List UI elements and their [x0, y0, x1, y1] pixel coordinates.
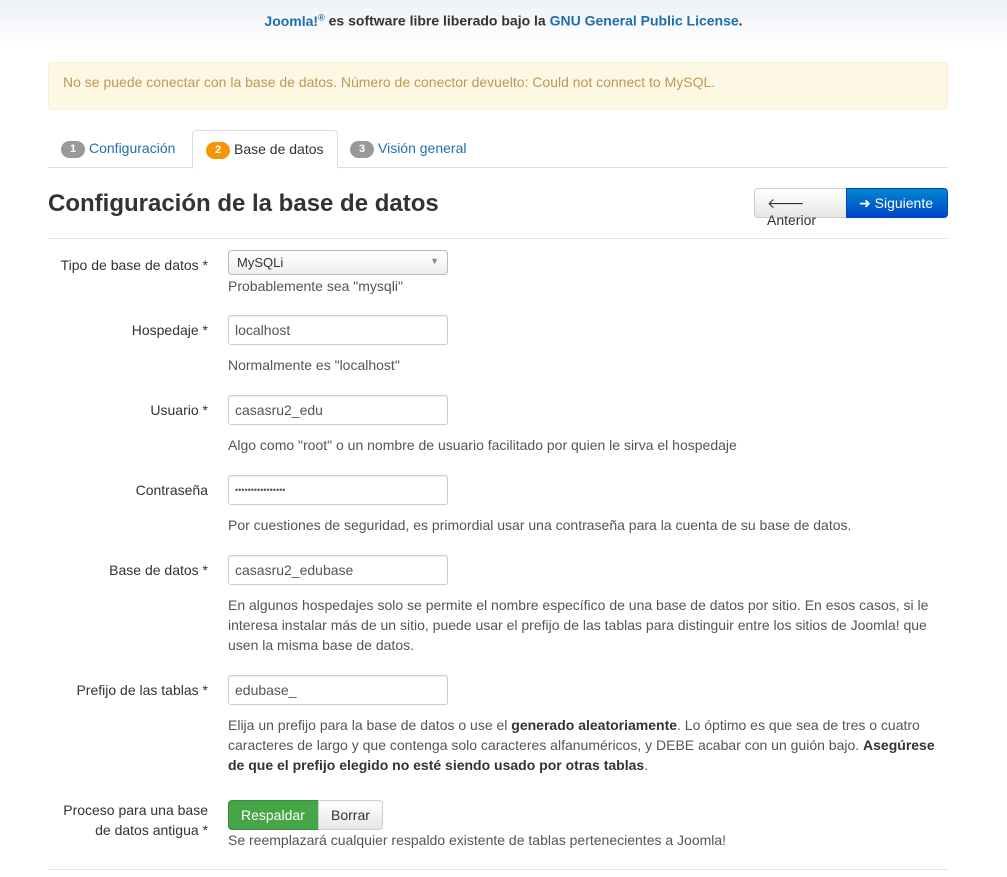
- page-title: Configuración de la base de datos: [48, 190, 439, 217]
- host-input[interactable]: localhost: [228, 315, 448, 345]
- alert-message: No se puede conectar con la base de dato…: [63, 74, 716, 90]
- db-type-select[interactable]: MySQLi ▼: [228, 250, 448, 275]
- header-divider: [48, 238, 948, 239]
- tab-configuracion[interactable]: 1 Configuración: [48, 130, 188, 169]
- prefix-input[interactable]: edubase_: [228, 675, 448, 705]
- joomla-link[interactable]: Joomla!®: [264, 12, 325, 29]
- password-label: Contraseña: [135, 482, 208, 498]
- step-badge: 2: [206, 142, 230, 159]
- user-input[interactable]: casasru2_edu: [228, 395, 448, 425]
- footer-divider: [48, 869, 948, 870]
- tab-base-de-datos[interactable]: 2 Base de datos: [192, 130, 338, 169]
- gpl-link[interactable]: GNU General Public License: [550, 13, 739, 29]
- license-text: es software libre liberado bajo la: [324, 12, 550, 29]
- prefix-help: Elija un prefijo para la base de datos o…: [228, 717, 935, 773]
- previous-button[interactable]: 🡐 Anterior: [754, 188, 847, 228]
- next-button[interactable]: ➜ Siguiente: [846, 188, 948, 218]
- host-help: Normalmente es "localhost": [228, 357, 400, 373]
- install-steps-tabs: 1 Configuración 2 Base de datos 3 Visión ge…: [48, 130, 948, 169]
- backup-option-button[interactable]: Respaldar: [228, 800, 319, 830]
- step-badge: 1: [61, 141, 85, 158]
- chevron-down-icon: ▼: [430, 256, 439, 266]
- password-help: Por cuestiones de seguridad, es primordi…: [228, 517, 852, 533]
- database-input[interactable]: casasru2_edubase: [228, 555, 448, 585]
- tab-vision-general[interactable]: 3 Visión general: [337, 130, 479, 169]
- db-type-label: Tipo de base de datos *: [60, 257, 208, 273]
- user-help: Algo como "root" o un nombre de usuario …: [228, 437, 737, 453]
- db-type-help: Probablemente sea "mysqli": [228, 278, 403, 294]
- user-label: Usuario *: [150, 402, 208, 418]
- host-label: Hospedaje *: [131, 322, 208, 338]
- password-input[interactable]: ••••••••••••••••: [228, 475, 448, 505]
- step-badge: 3: [350, 141, 374, 158]
- arrow-right-icon: ➜: [859, 195, 871, 211]
- old-db-label: Proceso para una base de datos antigua *: [63, 802, 208, 838]
- old-db-help: Se reemplazará cualquier respaldo existe…: [228, 832, 727, 848]
- registered-mark: ®: [318, 12, 325, 22]
- tab-label: Configuración: [89, 140, 176, 156]
- tab-label: Base de datos: [234, 141, 324, 157]
- delete-option-button[interactable]: Borrar: [318, 800, 383, 830]
- prefix-label: Prefijo de las tablas *: [76, 682, 208, 698]
- license-banner: Joomla!® es software libre liberado bajo…: [0, 0, 1007, 46]
- database-help: En algunos hospedajes solo se permite el…: [228, 597, 929, 653]
- tab-label: Visión general: [378, 140, 467, 156]
- database-label: Base de datos *: [109, 562, 208, 578]
- db-connection-warning: No se puede conectar con la base de dato…: [48, 62, 948, 110]
- arrow-left-icon: 🡐: [767, 195, 805, 211]
